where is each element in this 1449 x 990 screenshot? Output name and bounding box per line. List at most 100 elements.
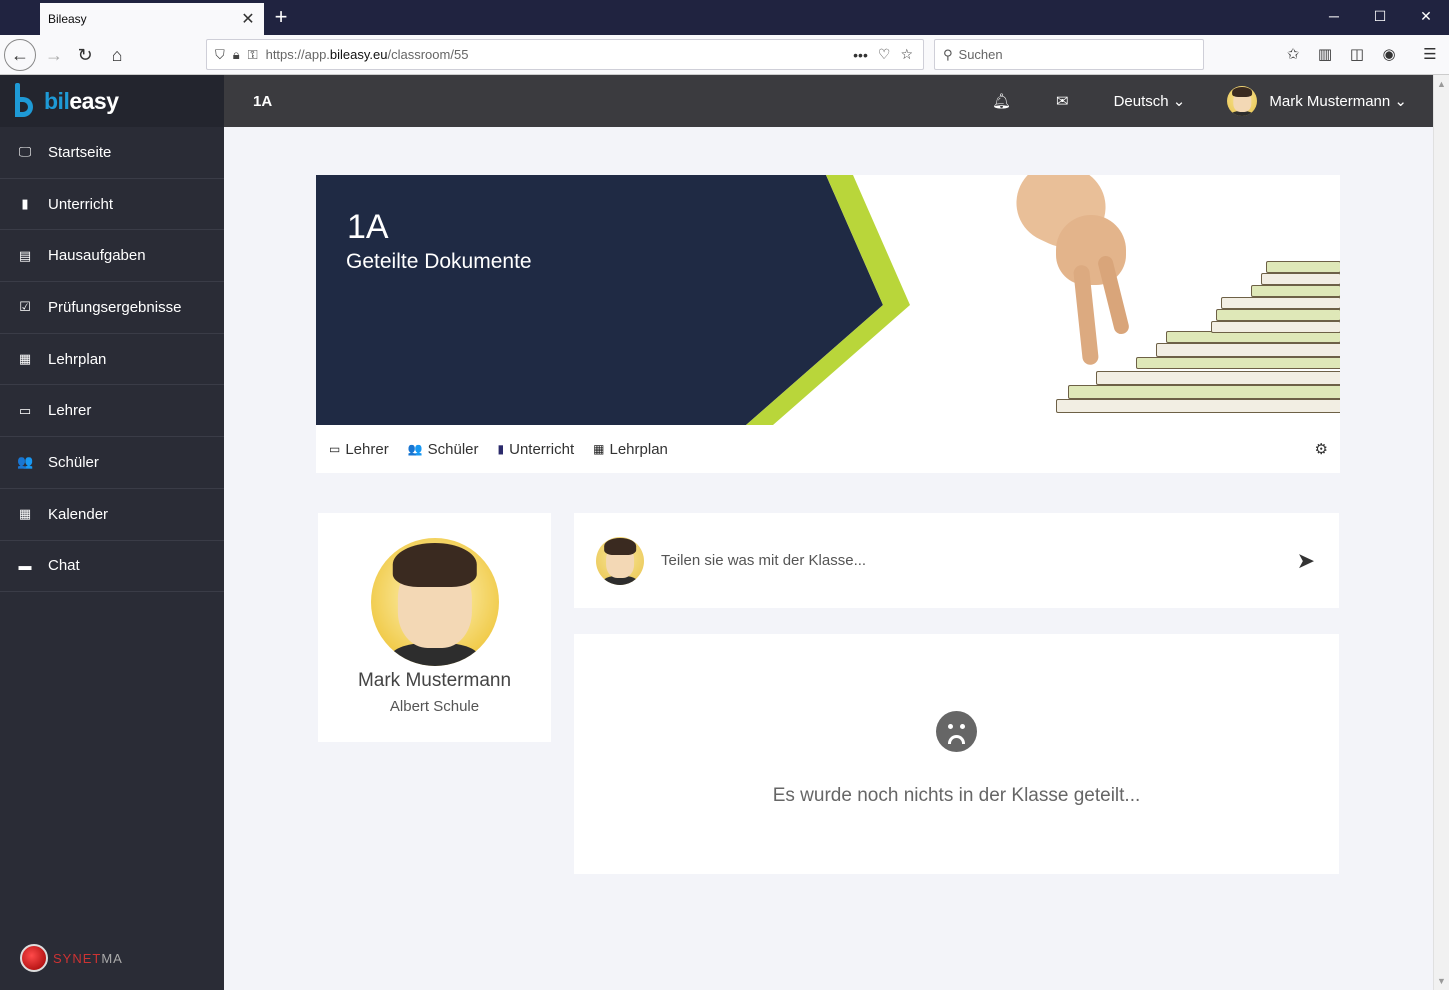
minimize-icon[interactable]: ─ bbox=[1324, 8, 1344, 24]
sidebar-item-schueler[interactable]: 👥 Schüler bbox=[0, 437, 224, 489]
home-button[interactable]: ⌂ bbox=[103, 41, 131, 69]
tab-label: Schüler bbox=[427, 440, 479, 458]
more-actions-icon[interactable]: ••• bbox=[853, 47, 868, 63]
tab-label: Lehrer bbox=[345, 440, 389, 458]
page-scrollbar[interactable]: ▲ ▼ bbox=[1433, 75, 1449, 990]
bell-icon[interactable]: 🔔︎ bbox=[992, 92, 1011, 110]
sidebar-item-chat[interactable]: ▬ Chat bbox=[0, 541, 224, 593]
calendar-icon: ▦ bbox=[18, 351, 32, 367]
share-post-box: ➤ bbox=[574, 513, 1339, 608]
app-header: 1A 🔔︎ ✉ Deutsch ⌄ Mark Mustermann ⌄ bbox=[224, 75, 1433, 127]
brand-logo[interactable]: bileasy bbox=[0, 75, 224, 127]
scroll-down-icon[interactable]: ▼ bbox=[1437, 976, 1446, 986]
scroll-up-icon[interactable]: ▲ bbox=[1437, 79, 1446, 89]
profile-card: Mark Mustermann Albert Schule bbox=[318, 513, 551, 742]
user-name: Mark Mustermann bbox=[1269, 92, 1391, 110]
reload-icon: ↻ bbox=[77, 44, 93, 65]
search-placeholder: Suchen bbox=[958, 47, 1003, 62]
lock-icon: 🔒︎ bbox=[232, 46, 240, 62]
page-title: 1A bbox=[253, 92, 273, 110]
avatar bbox=[1227, 86, 1258, 116]
language-label: Deutsch bbox=[1113, 93, 1169, 110]
tab-title: Bileasy bbox=[48, 12, 87, 26]
profile-school: Albert Schule bbox=[389, 698, 480, 715]
browser-tab[interactable]: Bileasy ✕ bbox=[40, 3, 264, 35]
brand-name: bileasy bbox=[44, 87, 119, 114]
checklist-icon: ☑ bbox=[19, 299, 31, 315]
home-icon: ⌂ bbox=[111, 44, 123, 65]
empty-feed-message: Es wurde noch nichts in der Klasse getei… bbox=[772, 785, 1141, 806]
language-selector[interactable]: Deutsch ⌄ bbox=[1114, 92, 1186, 110]
sidebar-item-label: Chat bbox=[48, 557, 80, 575]
arrow-left-icon: ← bbox=[11, 44, 29, 65]
sidebar-item-label: Startseite bbox=[48, 143, 112, 161]
sidebar-item-label: Unterricht bbox=[48, 195, 114, 213]
sidebar-item-label: Kalender bbox=[48, 505, 109, 523]
sidebar-item-kalender[interactable]: ▦ Kalender bbox=[0, 489, 224, 541]
bileasy-logo-icon bbox=[12, 81, 38, 121]
sad-face-icon bbox=[936, 711, 977, 752]
profile-name: Mark Mustermann bbox=[357, 670, 512, 691]
search-icon: ⚲ bbox=[943, 46, 953, 62]
window-close-icon[interactable]: ✕ bbox=[1416, 8, 1436, 25]
browser-tab-bar: Bileasy ✕ + ─ ☐ ✕ bbox=[0, 0, 1449, 35]
class-feed: Es wurde noch nichts in der Klasse getei… bbox=[574, 634, 1339, 874]
tab-lehrplan[interactable]: ▦ Lehrplan bbox=[593, 441, 668, 458]
tab-label: Unterricht bbox=[509, 440, 575, 458]
chalkboard-teacher-icon: ▭ bbox=[18, 402, 32, 418]
close-tab-icon[interactable]: ✕ bbox=[240, 9, 256, 29]
sidebar-item-pruefungsergebnisse[interactable]: ☑ Prüfungsergebnisse bbox=[0, 282, 224, 334]
account-icon[interactable]: ◉ bbox=[1379, 45, 1399, 63]
tab-unterricht[interactable]: ▮ Unterricht bbox=[498, 441, 575, 458]
hamburger-menu-icon[interactable]: ☰ bbox=[1420, 45, 1440, 63]
url-text: https://app.bileasy.eu/classroom/55 bbox=[265, 47, 469, 62]
url-bar[interactable]: ⛉ 🔒︎ ⚿ https://app.bileasy.eu/classroom/… bbox=[206, 39, 924, 70]
browser-nav-bar: ← → ↻ ⌂ ⛉ 🔒︎ ⚿ https://app.bileasy.eu/cl… bbox=[0, 35, 1449, 75]
sidebar-item-label: Hausaufgaben bbox=[48, 247, 146, 265]
synetma-logo-icon bbox=[20, 944, 48, 972]
chalkboard-teacher-icon: ▭ bbox=[329, 442, 341, 456]
banner-title: 1A bbox=[347, 208, 389, 246]
sidebar-item-unterricht[interactable]: ▮ Unterricht bbox=[0, 179, 224, 231]
browser-search-bar[interactable]: ⚲ Suchen bbox=[934, 39, 1204, 70]
forward-button[interactable]: → bbox=[40, 41, 68, 69]
envelope-icon[interactable]: ✉ bbox=[1056, 92, 1069, 110]
banner-subtitle: Geteilte Dokumente bbox=[346, 250, 532, 273]
send-icon[interactable]: ➤ bbox=[1297, 548, 1315, 574]
maximize-icon[interactable]: ☐ bbox=[1370, 8, 1390, 25]
book-icon: ▮ bbox=[497, 442, 505, 456]
user-menu[interactable]: Mark Mustermann ⌄ bbox=[1227, 86, 1407, 116]
sidebar-item-lehrplan[interactable]: ▦ Lehrplan bbox=[0, 334, 224, 386]
tab-schueler[interactable]: 👥 Schüler bbox=[408, 441, 479, 458]
avatar[interactable] bbox=[370, 538, 499, 666]
new-tab-button[interactable]: + bbox=[270, 6, 292, 28]
share-post-input[interactable] bbox=[661, 552, 1297, 569]
sidebar-toggle-icon[interactable]: ◫ bbox=[1347, 45, 1367, 63]
synetma-logo: SYNETMA bbox=[20, 944, 123, 972]
shield-icon: ⛉ bbox=[215, 46, 225, 62]
avatar bbox=[596, 536, 644, 585]
sidebar-item-lehrer[interactable]: ▭ Lehrer bbox=[0, 385, 224, 438]
chat-icon: ▬ bbox=[18, 558, 32, 574]
sidebar-item-label: Schüler bbox=[48, 453, 99, 471]
chevron-down-icon: ⌄ bbox=[1394, 93, 1407, 110]
sidebar-item-label: Lehrplan bbox=[48, 350, 107, 368]
back-button[interactable]: ← bbox=[4, 39, 36, 71]
sidebar-item-label: Lehrer bbox=[48, 402, 92, 420]
sidebar-item-startseite[interactable]: 🖵 Startseite bbox=[0, 127, 224, 179]
sidebar: bileasy 🖵 Startseite ▮ Unterricht ▤ Haus… bbox=[0, 75, 224, 990]
reload-button[interactable]: ↻ bbox=[71, 41, 99, 69]
synetma-logo-text: SYNETMA bbox=[53, 950, 123, 966]
library-icon[interactable]: ▥ bbox=[1315, 45, 1335, 63]
arrow-right-icon: → bbox=[45, 44, 63, 65]
bookmark-star-icon[interactable]: ☆ bbox=[900, 46, 913, 63]
tab-lehrer[interactable]: ▭ Lehrer bbox=[329, 441, 389, 458]
hand-illustration bbox=[1003, 175, 1156, 366]
sidebar-item-hausaufgaben[interactable]: ▤ Hausaufgaben bbox=[0, 230, 224, 283]
book-icon: ▮ bbox=[21, 196, 29, 212]
bookmarks-icon[interactable]: ✩ bbox=[1283, 45, 1303, 63]
pocket-icon[interactable]: ♡ bbox=[878, 46, 891, 63]
gear-icon[interactable]: ⚙ bbox=[1315, 440, 1328, 458]
key-icon: ⚿ bbox=[247, 46, 258, 62]
classroom-subnav: ▭ Lehrer 👥 Schüler ▮ Unterricht ▦ Lehrpl… bbox=[316, 425, 1340, 473]
